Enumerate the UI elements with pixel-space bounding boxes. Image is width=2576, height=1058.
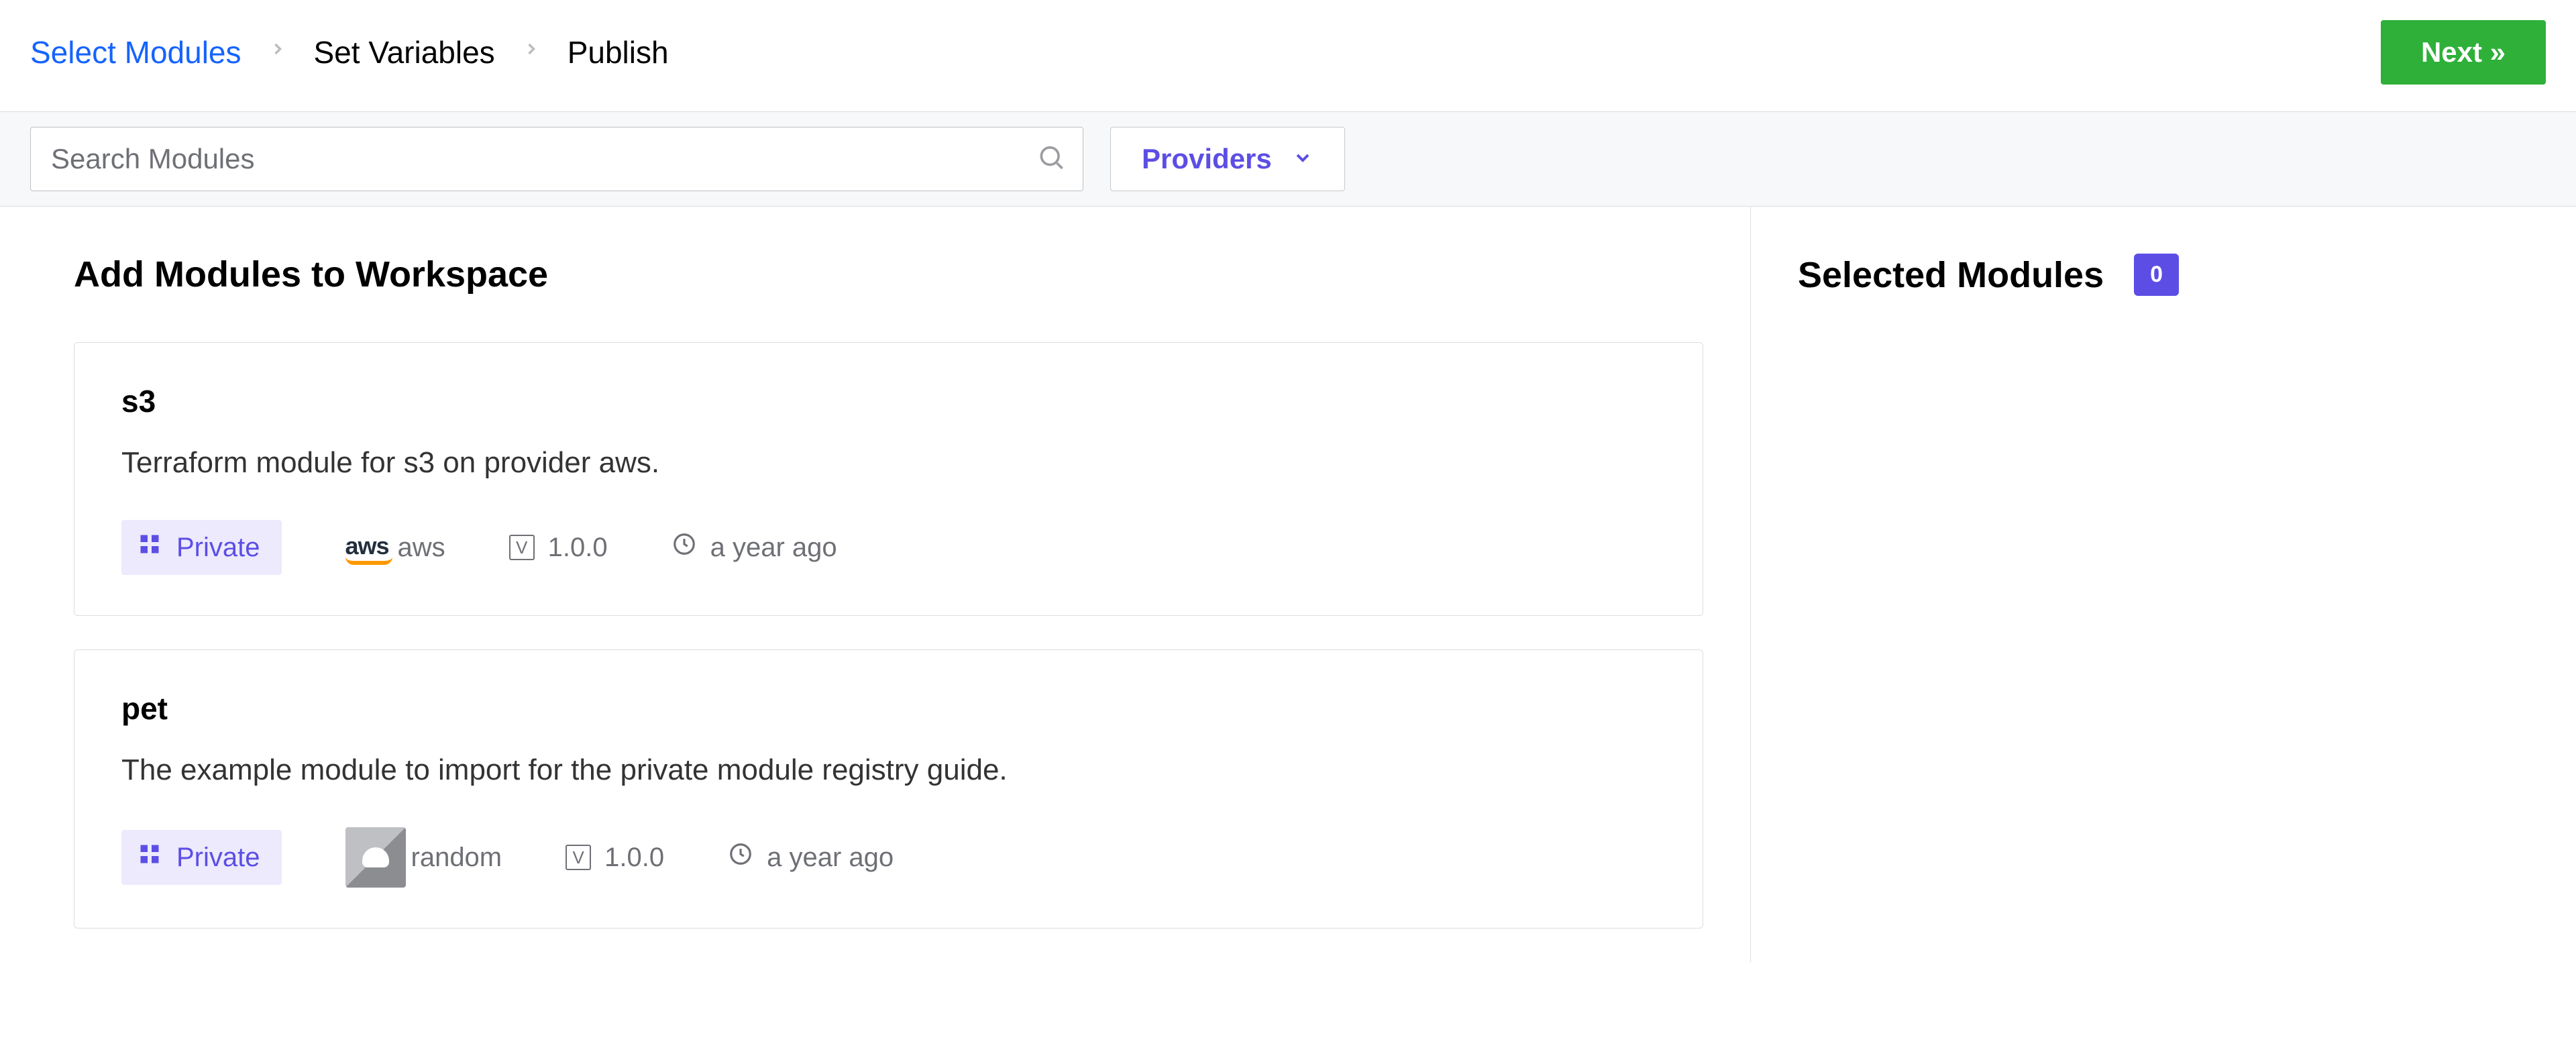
breadcrumb: Select Modules Set Variables Publish [30,34,669,71]
module-meta: Private aws aws V 1.0.0 [121,520,1656,575]
chevron-down-icon [1292,143,1313,175]
provider-name: aws [398,533,445,563]
breadcrumb-step-publish[interactable]: Publish [568,34,669,70]
wizard-header: Select Modules Set Variables Publish Nex… [0,0,2576,111]
selected-header: Selected Modules 0 [1798,254,2536,296]
chevron-right-icon [522,34,541,71]
version-icon: V [509,535,535,560]
org-icon [138,532,162,563]
chevron-right-icon [268,34,287,71]
module-updated: a year ago [672,531,837,564]
search-input[interactable] [30,127,1083,191]
module-updated: a year ago [728,841,894,874]
selected-title: Selected Modules [1798,254,2104,296]
module-meta: Private random V 1.0.0 a year ago [121,827,1656,888]
module-version: V 1.0.0 [509,533,608,563]
providers-label: Providers [1142,143,1272,175]
modules-column: Add Modules to Workspace s3 Terraform mo… [0,207,1751,962]
module-name: pet [121,690,1656,727]
breadcrumb-step-set-variables[interactable]: Set Variables [314,34,495,70]
module-provider: aws aws [345,531,445,565]
module-card[interactable]: s3 Terraform module for s3 on provider a… [74,342,1703,616]
random-logo-icon [345,827,406,888]
version-icon: V [566,845,591,870]
visibility-label: Private [176,533,260,563]
clock-icon [728,841,753,874]
providers-dropdown[interactable]: Providers [1110,127,1345,191]
page-title: Add Modules to Workspace [74,254,1703,295]
visibility-badge: Private [121,830,282,885]
aws-logo-icon: aws [345,531,392,565]
version-text: 1.0.0 [548,533,608,563]
updated-text: a year ago [767,843,894,873]
provider-name: random [411,843,502,873]
module-provider: random [345,827,502,888]
main: Add Modules to Workspace s3 Terraform mo… [0,207,2576,962]
module-name: s3 [121,383,1656,419]
visibility-badge: Private [121,520,282,575]
org-icon [138,842,162,873]
module-description: Terraform module for s3 on provider aws. [121,446,1656,480]
clock-icon [672,531,697,564]
selected-column: Selected Modules 0 [1751,207,2576,962]
updated-text: a year ago [710,533,837,563]
module-description: The example module to import for the pri… [121,753,1656,787]
selected-count-badge: 0 [2134,254,2179,296]
module-version: V 1.0.0 [566,843,664,873]
filter-bar: Providers [0,111,2576,207]
breadcrumb-step-select-modules[interactable]: Select Modules [30,34,241,70]
visibility-label: Private [176,843,260,873]
search-icon [1036,143,1066,176]
search-wrap [30,127,1083,191]
next-button[interactable]: Next » [2381,20,2546,85]
version-text: 1.0.0 [604,843,664,873]
module-card[interactable]: pet The example module to import for the… [74,649,1703,929]
